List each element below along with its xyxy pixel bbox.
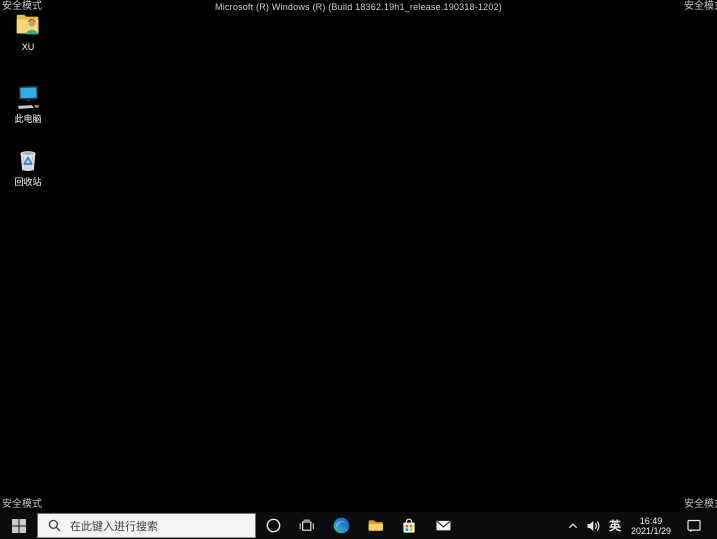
chevron-up-icon xyxy=(568,522,578,528)
safe-mode-label-bottom-right: 安全模式 xyxy=(684,499,717,510)
search-placeholder: 在此键入进行搜索 xyxy=(70,520,158,533)
desktop-icon-label: 回收站 xyxy=(14,177,42,187)
start-button[interactable] xyxy=(0,512,37,539)
microsoft-store-icon xyxy=(403,518,415,533)
store-button[interactable] xyxy=(392,512,426,539)
hidden-icons-button[interactable] xyxy=(563,512,583,539)
mail-button[interactable] xyxy=(426,512,460,539)
volume-button[interactable] xyxy=(583,512,605,539)
clock[interactable]: 16:49 2021/1/29 xyxy=(625,512,677,539)
task-view-button[interactable] xyxy=(290,512,324,539)
safe-mode-label-bottom-left: 安全模式 xyxy=(2,499,42,510)
speaker-icon xyxy=(587,520,600,531)
screen: { "system": { "safe_mode_label": "安全模式",… xyxy=(0,0,717,539)
folder-icon xyxy=(368,520,383,532)
windows-logo-icon xyxy=(11,518,26,533)
edge-button[interactable] xyxy=(324,512,358,539)
windows-build-banner: Microsoft (R) Windows (R) (Build 18362.1… xyxy=(215,2,502,12)
notification-icon xyxy=(687,519,701,533)
system-tray: 英 16:49 2021/1/29 xyxy=(563,512,717,539)
taskbar: 在此键入进行搜索 英 16:49 2021/1/29 xyxy=(0,512,717,539)
desktop-icon-recycle-bin[interactable]: 回收站 xyxy=(1,145,55,187)
search-icon xyxy=(48,519,61,532)
recycle-bin-icon xyxy=(20,151,36,171)
file-explorer-button[interactable] xyxy=(358,512,392,539)
search-input[interactable]: 在此键入进行搜索 xyxy=(37,513,256,538)
cortana-circle-icon xyxy=(266,518,280,533)
ime-indicator[interactable]: 英 xyxy=(605,512,625,539)
desktop-icon-this-pc[interactable]: 此电脑 xyxy=(1,82,55,124)
desktop-icon-user-folder[interactable]: XU xyxy=(1,10,55,52)
desktop-icon-label: XU xyxy=(21,42,35,52)
clock-time: 16:49 xyxy=(639,515,663,526)
clock-date: 2021/1/29 xyxy=(630,525,672,536)
edge-browser-icon xyxy=(333,517,349,534)
action-center-button[interactable] xyxy=(677,512,711,539)
task-view-icon xyxy=(299,519,314,531)
desktop-icon-label: 此电脑 xyxy=(14,114,42,124)
user-folder-icon xyxy=(16,14,39,35)
mail-envelope-icon xyxy=(435,520,451,531)
cortana-button[interactable] xyxy=(256,512,290,539)
this-pc-icon xyxy=(17,85,40,109)
